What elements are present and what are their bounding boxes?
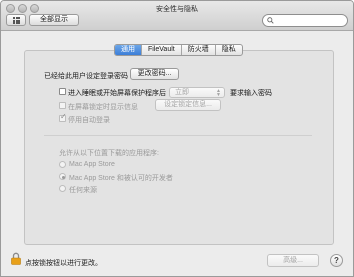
checkmark-icon: ✓: [60, 112, 67, 121]
section-divider: [44, 135, 312, 136]
lock-icon[interactable]: [11, 252, 21, 265]
help-button[interactable]: ?: [330, 254, 343, 267]
show-all-grid-button[interactable]: [6, 14, 26, 26]
tab-filevault[interactable]: FileVault: [142, 45, 182, 55]
change-password-button[interactable]: 更改密码...: [130, 68, 179, 80]
tab-privacy[interactable]: 隐私: [216, 45, 242, 55]
tab-firewall[interactable]: 防火墙: [182, 45, 216, 55]
tab-bar: 通用 FileVault 防火墙 隐私: [114, 44, 243, 56]
set-lock-message-button[interactable]: 设定锁定信息...: [155, 99, 221, 111]
search-field[interactable]: [262, 14, 348, 27]
require-password-label: 进入睡眠或开始屏幕保护程序后: [68, 90, 166, 97]
password-delay-popup[interactable]: 立即 ▲ ▼: [169, 87, 225, 98]
disable-auto-login-label: 停用自动登录: [68, 117, 110, 124]
radio-identified-developers[interactable]: [59, 173, 66, 180]
window-title: 安全性与隐私: [156, 6, 198, 13]
show-message-label: 在屏幕锁定时显示信息: [68, 104, 138, 111]
popup-arrows-icon: ▲ ▼: [216, 88, 221, 98]
preferences-window: 安全性与隐私 全部显示 通用 FileVault 防火墙 隐私 已经给此用户设定…: [0, 0, 354, 277]
radio-mac-app-store[interactable]: [59, 161, 66, 168]
require-password-suffix: 要求输入密码: [230, 90, 272, 97]
downloads-heading: 允许从以下位置下载的应用程序:: [59, 150, 159, 157]
search-icon: [267, 17, 274, 24]
password-delay-value: 立即: [175, 89, 189, 96]
lock-instruction-text: 点按锁按钮以进行更改。: [25, 260, 102, 267]
disable-auto-login-checkbox[interactable]: ✓: [59, 112, 67, 122]
tab-general[interactable]: 通用: [115, 45, 142, 55]
advanced-button[interactable]: 高级...: [267, 254, 319, 267]
radio-anywhere[interactable]: [59, 185, 66, 192]
require-password-checkbox[interactable]: [59, 88, 66, 95]
grid-icon: [13, 17, 20, 24]
show-message-checkbox[interactable]: [59, 102, 66, 109]
radio-selected-dot: [61, 175, 65, 179]
radio-mac-app-store-label: Mac App Store: [69, 161, 115, 168]
show-all-button[interactable]: 全部显示: [29, 14, 79, 26]
radio-identified-developers-label: Mac App Store 和被认可的开发者: [69, 175, 173, 182]
radio-anywhere-label: 任何来源: [69, 187, 97, 194]
window-toolbar: 安全性与隐私 全部显示: [1, 1, 353, 31]
password-set-label: 已经给此用户设定登录密码: [44, 73, 128, 80]
